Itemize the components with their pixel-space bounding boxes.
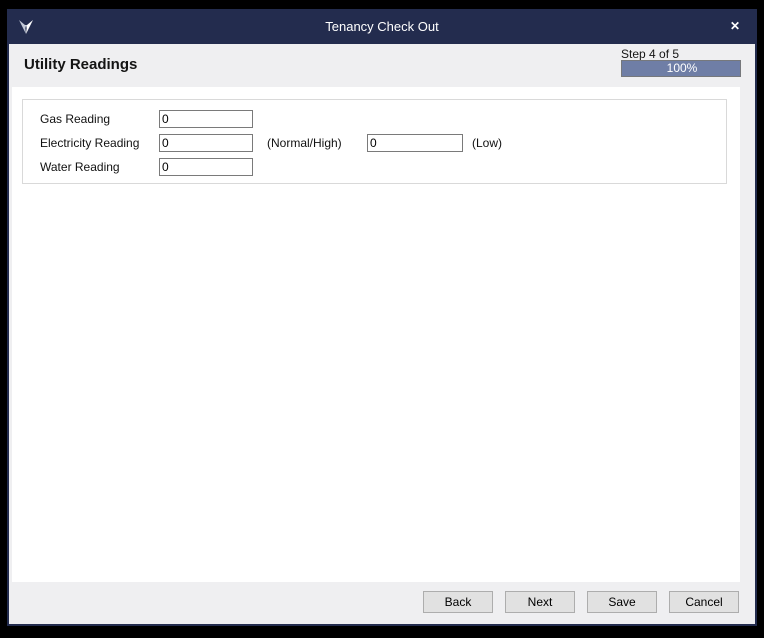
title-bar[interactable]: Tenancy Check Out ✕	[7, 9, 757, 44]
electricity-low-input[interactable]	[367, 134, 463, 152]
electricity-normal-high-input[interactable]	[159, 134, 253, 152]
gas-reading-label: Gas Reading	[40, 110, 110, 128]
window-title: Tenancy Check Out	[7, 19, 757, 34]
normal-high-label: (Normal/High)	[267, 134, 342, 152]
electricity-reading-label: Electricity Reading	[40, 134, 139, 152]
cancel-button[interactable]: Cancel	[669, 591, 739, 613]
low-label: (Low)	[472, 134, 502, 152]
progress-percent-label: 100%	[622, 61, 742, 76]
progress-bar: 100%	[621, 60, 741, 77]
tenancy-checkout-dialog: Tenancy Check Out ✕ Utility Readings Ste…	[7, 9, 757, 626]
close-icon[interactable]: ✕	[725, 17, 745, 35]
footer-bar: Back Next Save Cancel	[9, 582, 755, 624]
next-button[interactable]: Next	[505, 591, 575, 613]
app-logo-icon	[15, 16, 37, 38]
save-button[interactable]: Save	[587, 591, 657, 613]
wizard-header: Utility Readings Step 4 of 5 100%	[9, 44, 755, 87]
page-title: Utility Readings	[24, 56, 137, 73]
step-indicator: Step 4 of 5	[621, 47, 679, 61]
back-button[interactable]: Back	[423, 591, 493, 613]
utility-readings-panel: Gas Reading Electricity Reading (Normal/…	[22, 99, 727, 184]
gas-reading-input[interactable]	[159, 110, 253, 128]
water-reading-input[interactable]	[159, 158, 253, 176]
main-content: Gas Reading Electricity Reading (Normal/…	[12, 87, 740, 582]
water-reading-label: Water Reading	[40, 158, 120, 176]
